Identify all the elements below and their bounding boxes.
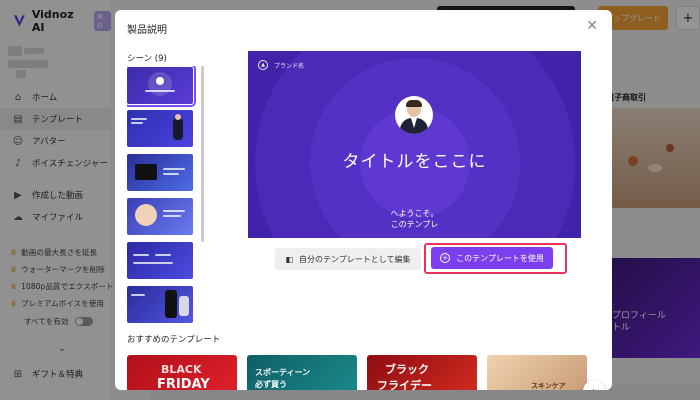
scene-scrollbar[interactable] [201, 66, 204, 242]
brand-logo-icon: ▲ [258, 60, 268, 70]
card-text: FRIDAY [157, 377, 210, 390]
presenter-avatar [395, 96, 433, 134]
scene-thumb[interactable] [127, 198, 193, 235]
recommended-template-card[interactable]: BLACK FRIDAY [127, 355, 237, 390]
modal-title: 製品説明 [127, 25, 167, 36]
plus-circle-icon: + [440, 253, 451, 263]
recommended-template-card[interactable]: スキンケア [487, 355, 587, 390]
scene-label: シーン (9) [127, 54, 167, 64]
preview-subtitle: へようこそ。 このテンプレ [248, 208, 581, 230]
card-text: BLACK [161, 363, 202, 376]
scene-list [127, 66, 207, 332]
scene-thumb[interactable] [127, 286, 193, 323]
card-text: フライデー [377, 379, 432, 390]
preview-title: タイトルをここに [342, 152, 487, 172]
edit-button-label: 自分のテンプレートとして編集 [299, 254, 411, 264]
preview-subtitle-line: このテンプレ [390, 220, 439, 229]
use-template-button[interactable]: + このテンプレートを使用 [431, 247, 553, 269]
use-button-label: このテンプレートを使用 [456, 253, 544, 263]
brand-name: ブランド名 [274, 62, 305, 70]
recommended-label: おすすめのテンプレート [127, 335, 221, 345]
edit-as-my-template-button[interactable]: ◧ 自分のテンプレートとして編集 [275, 248, 421, 270]
recommended-template-card[interactable]: ブラック フライデー [367, 355, 477, 390]
scene-thumb[interactable] [127, 110, 193, 147]
chevron-right-icon[interactable]: › [583, 380, 605, 390]
template-preview: ▲ ブランド名 タイトルをここに へようこそ。 このテンプレ [248, 51, 581, 238]
scene-thumb[interactable] [127, 66, 196, 107]
card-text: 必ず買う [255, 380, 287, 389]
edit-template-icon: ◧ [285, 254, 294, 264]
card-text: スキンケア [531, 382, 566, 390]
recommended-template-card[interactable]: スポーティーン 必ず買う [247, 355, 357, 390]
card-text: ブラック [385, 363, 429, 376]
close-icon[interactable]: ✕ [586, 18, 598, 34]
card-text: スポーティーン [255, 368, 311, 377]
scene-thumb[interactable] [127, 242, 193, 279]
preview-subtitle-line: へようこそ。 [390, 209, 439, 218]
scene-thumb[interactable] [127, 154, 193, 191]
template-detail-modal: 製品説明 ✕ シーン (9) ▲ ブランド名 タイトルをここに へようこそ。 こ… [115, 10, 612, 390]
preview-brand: ▲ ブランド名 [258, 60, 304, 70]
